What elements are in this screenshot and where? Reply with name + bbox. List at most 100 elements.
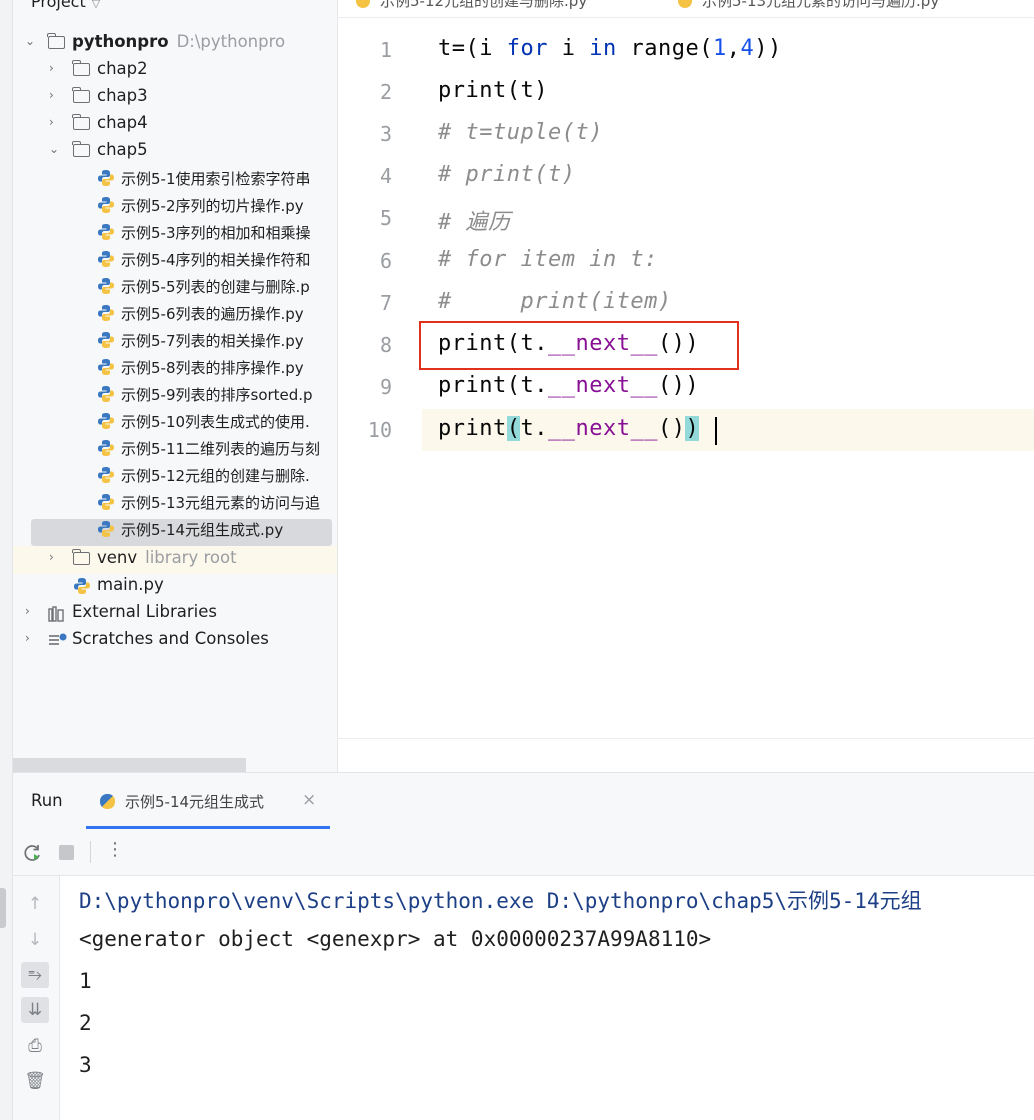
python-file-icon [98,197,114,213]
tree-item-chap2[interactable]: › chap2 [13,57,337,84]
chevron-down-icon[interactable]: ⌄ [49,142,61,156]
tool-strip-handle[interactable] [0,888,6,928]
chap5-file-item[interactable]: 示例5-1使用索引检索字符串 [13,165,337,192]
rerun-icon[interactable] [23,843,43,863]
run-panel-title: Run [31,791,63,810]
python-file-icon [98,251,114,267]
scratches-label: Scratches and Consoles [72,629,269,648]
chap5-file-item[interactable]: 示例5-9列表的排序sorted.p [13,381,337,408]
arrow-up-icon[interactable]: ↑ [21,891,49,917]
chap5-file-item[interactable]: 示例5-2序列的切片操作.py [13,192,337,219]
chap5-file-item[interactable]: 示例5-13元组元素的访问与追 [13,489,337,516]
editor-tab-bar: 示例5-12元组的创建与删除.py 示例5-13元组元素的访问与遍历.py [338,0,1034,18]
venv-label: venv [97,548,138,567]
python-file-icon [98,494,114,510]
chap5-file-item[interactable]: 示例5-6列表的遍历操作.py [13,300,337,327]
chevron-right-icon[interactable]: › [49,61,61,75]
file-label: 示例5-8列表的排序操作.py [121,359,304,377]
annotation-highlight-box [419,321,739,370]
tree-item-chap4[interactable]: › chap4 [13,111,337,138]
code-line-9[interactable]: print(t.__next__()) [438,373,699,398]
tree-item-chap5[interactable]: ⌄ chap5 [13,138,337,165]
file-label: 示例5-11二维列表的遍历与刻 [121,440,321,458]
chap5-file-item[interactable]: 示例5-12元组的创建与删除. [13,462,337,489]
line-number: 9 [379,375,392,399]
chap5-file-item[interactable]: 示例5-5列表的创建与删除.p [13,273,337,300]
text-caret [715,417,717,445]
python-file-icon [98,440,114,456]
chap5-file-item[interactable]: 示例5-4序列的相关操作符和 [13,246,337,273]
scroll-to-end-icon[interactable]: ⇊ [21,997,49,1023]
file-label: 示例5-4序列的相关操作符和 [121,251,311,269]
chap5-file-item[interactable]: 示例5-7列表的相关操作.py [13,327,337,354]
folder-label: chap2 [97,59,148,78]
editor-bottom-area [338,738,1034,773]
chevron-right-icon[interactable]: › [49,550,61,564]
chevron-down-icon[interactable]: ▽ [92,0,100,10]
more-options-icon[interactable]: ⋮ [106,839,124,860]
code-line-3[interactable]: # t=tuple(t) [438,120,603,145]
chevron-right-icon[interactable]: › [25,604,37,618]
stop-icon[interactable] [59,845,74,860]
python-file-icon [74,578,90,594]
matched-bracket-open: ( [506,416,521,441]
chevron-right-icon[interactable]: › [49,88,61,102]
tab-example-5-13[interactable]: 示例5-13元组元素的访问与遍历.py [678,0,939,11]
folder-label: chap3 [97,86,148,105]
file-label: 示例5-6列表的遍历操作.py [121,305,304,323]
folder-icon [72,87,90,103]
code-line-7[interactable]: # print(item) [438,289,672,314]
tab-label: 示例5-12元组的创建与删除.py [380,0,588,10]
console-line: 1 [79,969,92,993]
tree-item-chap3[interactable]: › chap3 [13,84,337,111]
file-label: 示例5-14元组生成式.py [121,521,284,539]
file-label: 示例5-7列表的相关操作.py [121,332,304,350]
tab-label: 示例5-13元组元素的访问与遍历.py [702,0,940,10]
chevron-down-icon[interactable]: ⌄ [25,34,37,48]
python-file-icon [98,386,114,402]
folder-icon [72,114,90,130]
python-file-icon [98,224,114,240]
print-icon[interactable]: ⎙ [21,1033,49,1059]
python-file-icon [98,332,114,348]
tree-item-main-py[interactable]: main.py [13,573,337,600]
file-label: 示例5-3序列的相加和相乘操 [121,224,311,242]
chap5-file-item[interactable]: 示例5-3序列的相加和相乘操 [13,219,337,246]
chap5-file-item[interactable]: 示例5-14元组生成式.py [13,516,337,543]
console-line: 3 [79,1053,92,1077]
code-line-5[interactable]: # 遍历 [438,204,511,236]
chap5-file-item[interactable]: 示例5-11二维列表的遍历与刻 [13,435,337,462]
file-label: 示例5-9列表的排序sorted.p [121,386,313,404]
code-line-4[interactable]: # print(t) [438,162,575,187]
project-horizontal-scrollbar[interactable] [13,758,246,772]
python-file-icon [98,413,114,429]
soft-wrap-icon[interactable]: ⥱ [21,962,49,988]
trash-icon[interactable]: 🗑 [21,1068,49,1094]
code-line-10[interactable]: print(t.__next__()) [438,416,700,441]
chevron-right-icon[interactable]: › [25,631,37,645]
library-icon [48,606,64,622]
tab-example-5-12[interactable]: 示例5-12元组的创建与删除.py [356,0,587,11]
folder-icon [72,549,90,565]
python-file-icon [98,278,114,294]
console-line: <generator object <genexpr> at 0x0000023… [79,927,712,951]
python-file-icon [98,359,114,375]
arrow-down-icon[interactable]: ↓ [21,927,49,953]
tree-item-pythonpro[interactable]: ⌄ pythonpro D:\pythonpro [13,30,337,57]
tree-item-scratches[interactable]: › Scratches and Consoles [13,627,337,654]
file-label: 示例5-13元组元素的访问与追 [121,494,321,512]
close-icon[interactable]: × [302,790,316,810]
project-panel-header[interactable]: Project ▽ [31,0,100,11]
line-number: 5 [379,206,392,230]
run-tab[interactable]: 示例5-14元组生成式 [100,791,264,812]
python-file-icon [98,521,114,537]
code-line-1[interactable]: t=(i for i in range(1,4)) [438,36,782,61]
code-line-6[interactable]: # for item in t: [438,247,658,272]
tree-item-external-libraries[interactable]: › External Libraries [13,600,337,627]
folder-label: chap5 [97,140,148,159]
chap5-file-item[interactable]: 示例5-10列表生成式的使用. [13,408,337,435]
chevron-right-icon[interactable]: › [49,115,61,129]
code-line-2[interactable]: print(t) [438,78,548,103]
tree-item-venv[interactable]: › venv library root [13,546,337,573]
chap5-file-item[interactable]: 示例5-8列表的排序操作.py [13,354,337,381]
